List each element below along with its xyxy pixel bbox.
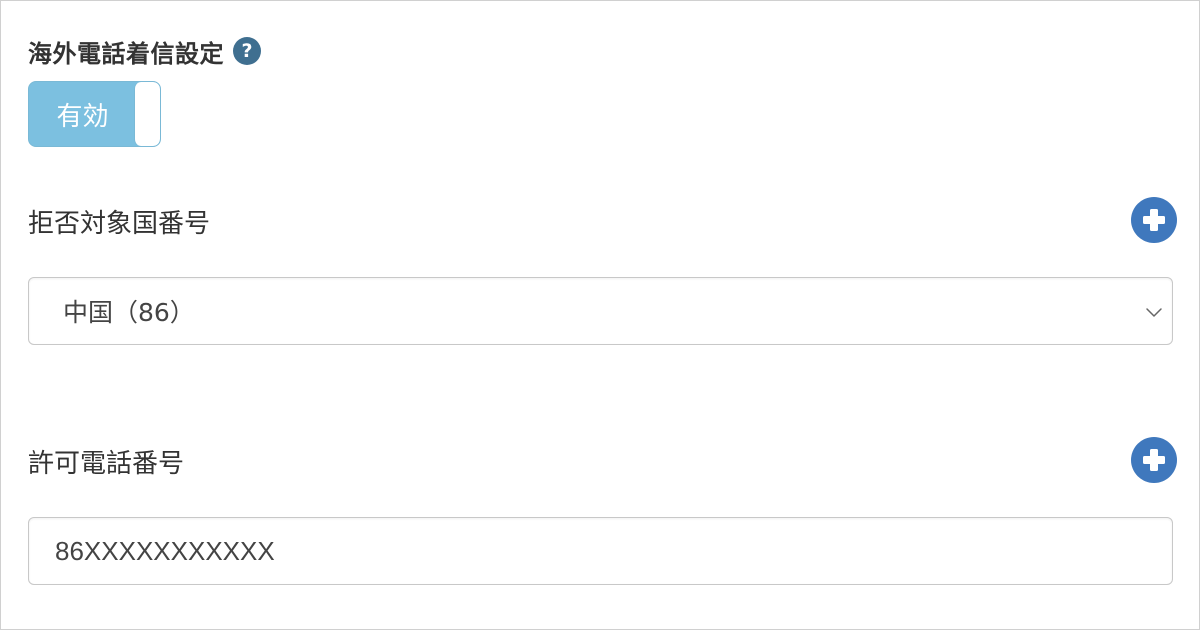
add-allowed-number-button[interactable] bbox=[1131, 437, 1177, 483]
allowed-phone-field[interactable] bbox=[28, 517, 1173, 585]
enable-toggle[interactable]: 有効 bbox=[28, 81, 161, 147]
add-rejected-country-button[interactable] bbox=[1131, 197, 1177, 243]
allowed-phone-input[interactable] bbox=[55, 518, 1135, 584]
help-icon[interactable]: ? bbox=[233, 37, 261, 65]
chevron-down-icon bbox=[1146, 308, 1162, 317]
allowed-phone-label: 許可電話番号 bbox=[28, 449, 185, 479]
settings-panel: 海外電話着信設定 ? 有効 拒否対象国番号 中国（86） 許可電話番号 bbox=[0, 0, 1200, 630]
page-title: 海外電話着信設定 bbox=[28, 39, 224, 68]
toggle-label: 有効 bbox=[56, 101, 109, 132]
rejected-country-label: 拒否対象国番号 bbox=[28, 209, 211, 239]
section-header: 海外電話着信設定 ? bbox=[28, 31, 261, 71]
country-code-select[interactable]: 中国（86） bbox=[28, 277, 1173, 345]
plus-icon bbox=[1143, 449, 1165, 471]
toggle-knob[interactable] bbox=[134, 82, 160, 146]
plus-icon bbox=[1143, 209, 1165, 231]
selected-country-value: 中国（86） bbox=[63, 298, 195, 327]
